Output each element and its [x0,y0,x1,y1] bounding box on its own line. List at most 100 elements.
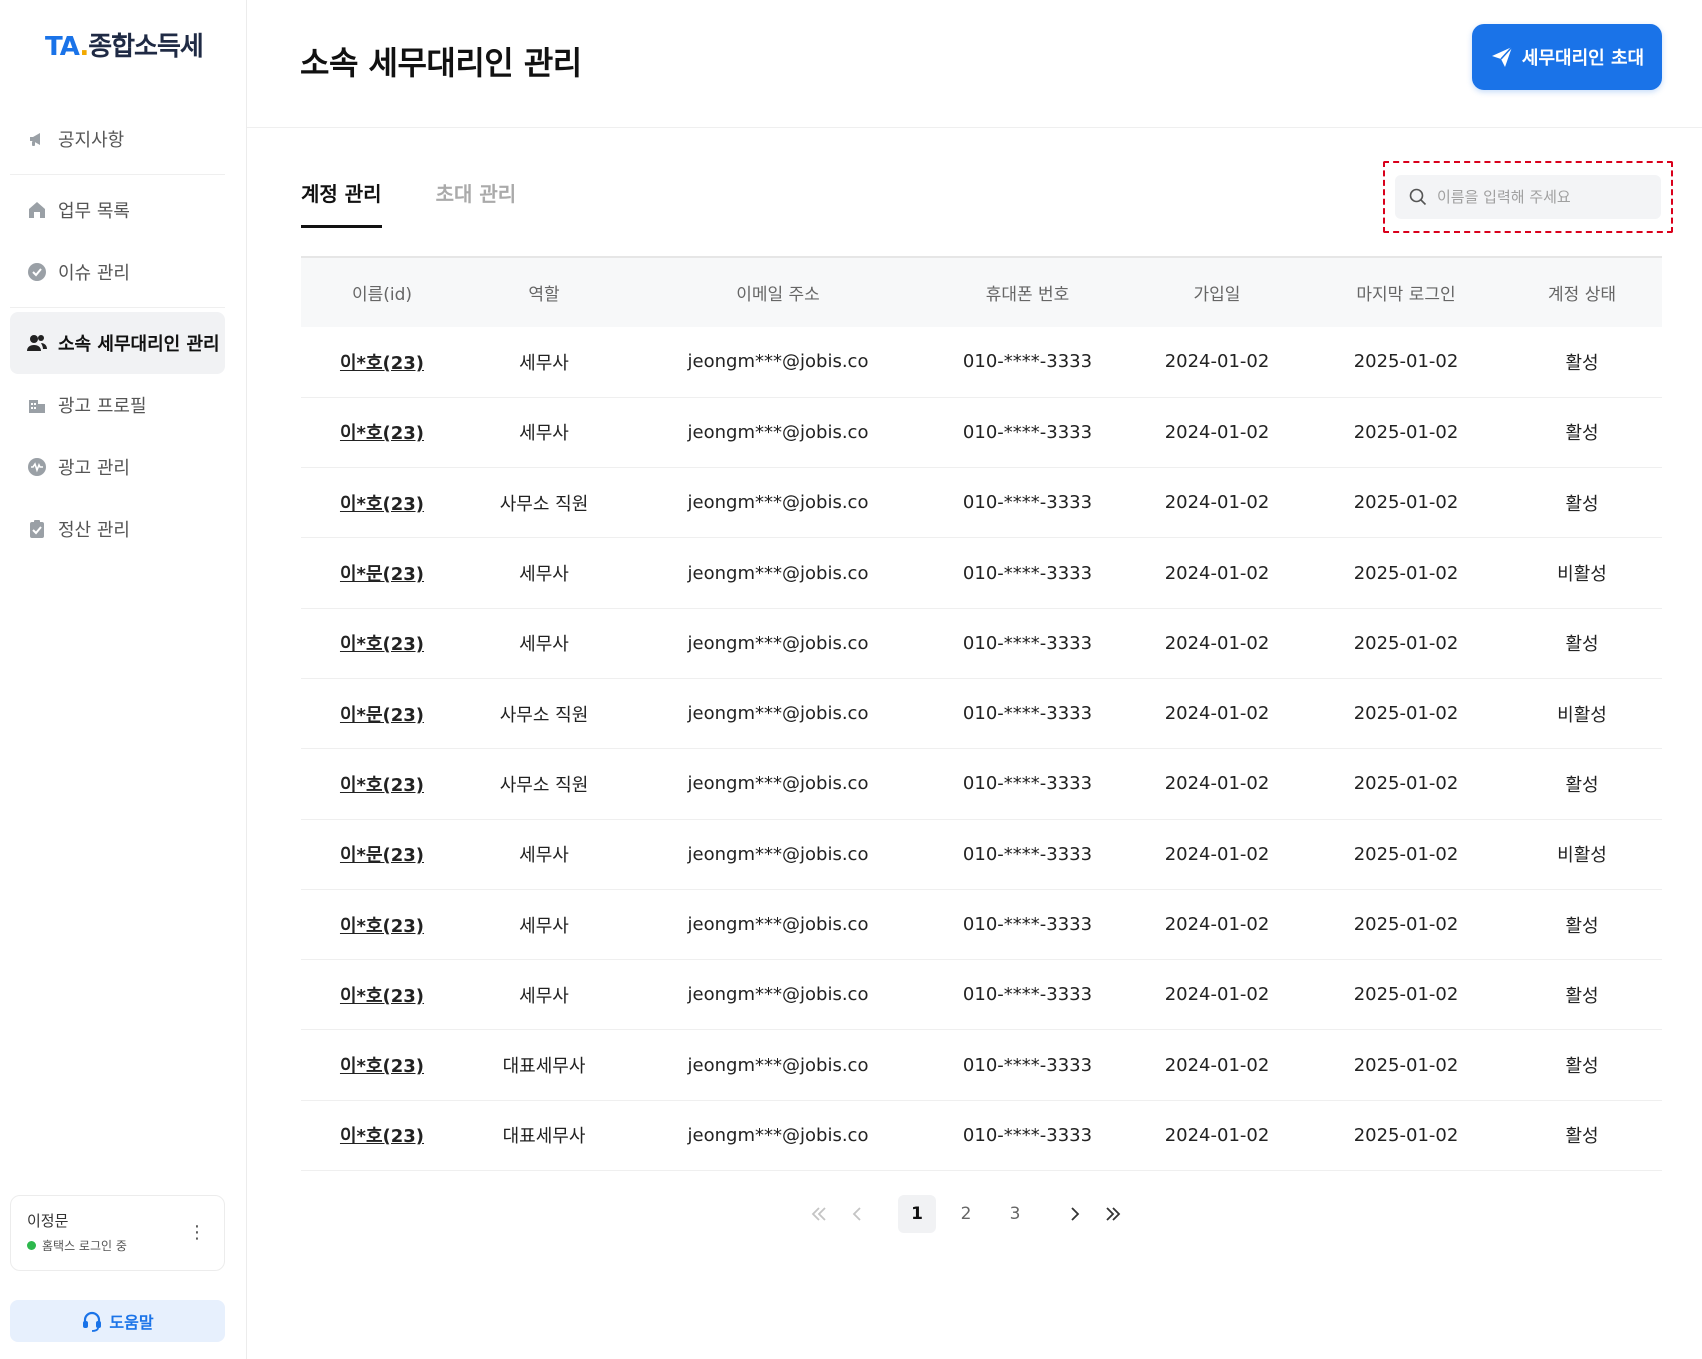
table-row[interactable]: 이*호(23) 사무소 직원 jeongm***@jobis.co 010-****-… [301,748,1662,820]
cell-phone: 010-****-3333 [931,1100,1124,1172]
cell-phone: 010-****-3333 [931,397,1124,469]
cell-status: 비활성 [1502,678,1662,750]
nav-divider [10,307,225,308]
column-header-last-login: 마지막 로그인 [1310,256,1502,327]
sidebar-item-ad-manage[interactable]: 광고 관리 [10,436,225,498]
cell-email: jeongm***@jobis.co [625,397,931,469]
cell-name[interactable]: 이*호(23) [301,327,463,398]
user-name: 이정문 [27,1212,69,1230]
user-status: 홈택스 로그인 중 [27,1237,208,1254]
table-row[interactable]: 이*호(23) 세무사 jeongm***@jobis.co 010-****-333… [301,397,1662,469]
sidebar-item-label: 공지사항 [58,130,125,151]
page-button-3[interactable]: 3 [996,1195,1034,1233]
cell-name[interactable]: 이*문(23) [301,678,463,750]
more-vertical-icon[interactable]: ⋮ [188,1224,206,1242]
table-row[interactable]: 이*호(23) 사무소 직원 jeongm***@jobis.co 010-****-… [301,467,1662,539]
cell-name[interactable]: 이*문(23) [301,819,463,890]
column-header-name: 이름(id) [301,256,463,327]
table-row[interactable]: 이*호(23) 세무사 jeongm***@jobis.co 010-****-333… [301,959,1662,1031]
table-row[interactable]: 이*호(23) 대표세무사 jeongm***@jobis.co 010-****-3… [301,1029,1662,1101]
cell-status: 활성 [1502,889,1662,961]
sidebar-item-tasks[interactable]: 업무 목록 [10,179,225,241]
table-row[interactable]: 이*문(23) 세무사 jeongm***@jobis.co 010-****-333… [301,537,1662,609]
cell-name[interactable]: 이*호(23) [301,1029,463,1101]
sidebar-item-ad-profile[interactable]: 광고 프로필 [10,374,225,436]
page-button-2[interactable]: 2 [947,1195,985,1233]
search-field[interactable] [1395,175,1661,219]
column-header-role: 역할 [463,256,625,327]
building-icon [26,394,48,416]
table-row[interactable]: 이*호(23) 세무사 jeongm***@jobis.co 010-****-333… [301,327,1662,398]
cell-phone: 010-****-3333 [931,467,1124,539]
cell-status: 활성 [1502,397,1662,469]
sidebar-item-agents[interactable]: 소속 세무대리인 관리 [10,312,225,374]
column-header-phone: 휴대폰 번호 [931,256,1124,327]
cell-last-login: 2025-01-02 [1310,748,1502,820]
table-row[interactable]: 이*호(23) 대표세무사 jeongm***@jobis.co 010-****-3… [301,1100,1662,1172]
tab-invite-management[interactable]: 초대 관리 [436,178,517,228]
cell-name[interactable]: 이*호(23) [301,748,463,820]
cell-role: 세무사 [463,537,625,609]
cell-email: jeongm***@jobis.co [625,748,931,820]
cell-status: 비활성 [1502,819,1662,890]
tab-account-management[interactable]: 계정 관리 [301,178,382,228]
cell-email: jeongm***@jobis.co [625,889,931,961]
page-button-1[interactable]: 1 [898,1195,936,1233]
cell-role: 세무사 [463,608,625,679]
table-row[interactable]: 이*문(23) 사무소 직원 jeongm***@jobis.co 010-****-… [301,678,1662,750]
page-header: 소속 세무대리인 관리 세무대리인 초대 [247,0,1702,128]
cell-status: 활성 [1502,748,1662,820]
invite-agent-label: 세무대리인 초대 [1521,48,1645,69]
table-row[interactable]: 이*호(23) 세무사 jeongm***@jobis.co 010-****-333… [301,889,1662,961]
help-button[interactable]: 도움말 [10,1300,225,1342]
cell-joined: 2024-01-02 [1124,397,1310,469]
table-row[interactable]: 이*문(23) 세무사 jeongm***@jobis.co 010-****-333… [301,819,1662,890]
online-dot-icon [27,1241,36,1250]
megaphone-icon [26,128,48,150]
app-logo[interactable]: TA.종합소득세 [45,26,204,63]
last-page-icon[interactable] [1094,1195,1132,1233]
cell-name[interactable]: 이*호(23) [301,1100,463,1172]
cell-name[interactable]: 이*호(23) [301,397,463,469]
cell-phone: 010-****-3333 [931,1029,1124,1101]
sidebar-item-label: 광고 관리 [58,458,130,479]
sidebar-item-issues[interactable]: 이슈 관리 [10,241,225,303]
cell-email: jeongm***@jobis.co [625,1100,931,1172]
cell-status: 활성 [1502,1100,1662,1172]
cell-name[interactable]: 이*문(23) [301,537,463,609]
cell-name[interactable]: 이*호(23) [301,889,463,961]
cell-name[interactable]: 이*호(23) [301,467,463,539]
search-icon [1409,188,1427,206]
table-header-row: 이름(id) 역할 이메일 주소 휴대폰 번호 가입일 마지막 로그인 계정 상… [301,256,1662,327]
invite-agent-button[interactable]: 세무대리인 초대 [1472,24,1662,90]
help-label: 도움말 [109,1313,154,1332]
table-row[interactable]: 이*호(23) 세무사 jeongm***@jobis.co 010-****-333… [301,608,1662,679]
cell-last-login: 2025-01-02 [1310,1100,1502,1172]
cell-status: 활성 [1502,1029,1662,1101]
first-page-icon[interactable] [800,1195,838,1233]
sidebar-item-settlement[interactable]: 정산 관리 [10,498,225,560]
cell-phone: 010-****-3333 [931,537,1124,609]
cell-status: 활성 [1502,467,1662,539]
next-page-icon[interactable] [1056,1195,1094,1233]
cell-role: 세무사 [463,397,625,469]
cell-phone: 010-****-3333 [931,959,1124,1031]
cell-last-login: 2025-01-02 [1310,467,1502,539]
cell-email: jeongm***@jobis.co [625,327,931,398]
column-header-status: 계정 상태 [1502,256,1662,327]
cell-email: jeongm***@jobis.co [625,537,931,609]
search-highlight-frame [1383,161,1673,233]
cell-phone: 010-****-3333 [931,889,1124,961]
search-input[interactable] [1437,188,1637,206]
sidebar-item-notice[interactable]: 공지사항 [10,108,225,170]
cell-last-login: 2025-01-02 [1310,327,1502,398]
cell-name[interactable]: 이*호(23) [301,959,463,1031]
users-icon [26,332,48,354]
check-circle-icon [26,261,48,283]
cell-phone: 010-****-3333 [931,608,1124,679]
prev-page-icon[interactable] [838,1195,876,1233]
sidebar-item-label: 소속 세무대리인 관리 [58,334,220,355]
agents-table: 이름(id) 역할 이메일 주소 휴대폰 번호 가입일 마지막 로그인 계정 상… [301,256,1662,1172]
cell-name[interactable]: 이*호(23) [301,608,463,679]
cell-joined: 2024-01-02 [1124,1100,1310,1172]
